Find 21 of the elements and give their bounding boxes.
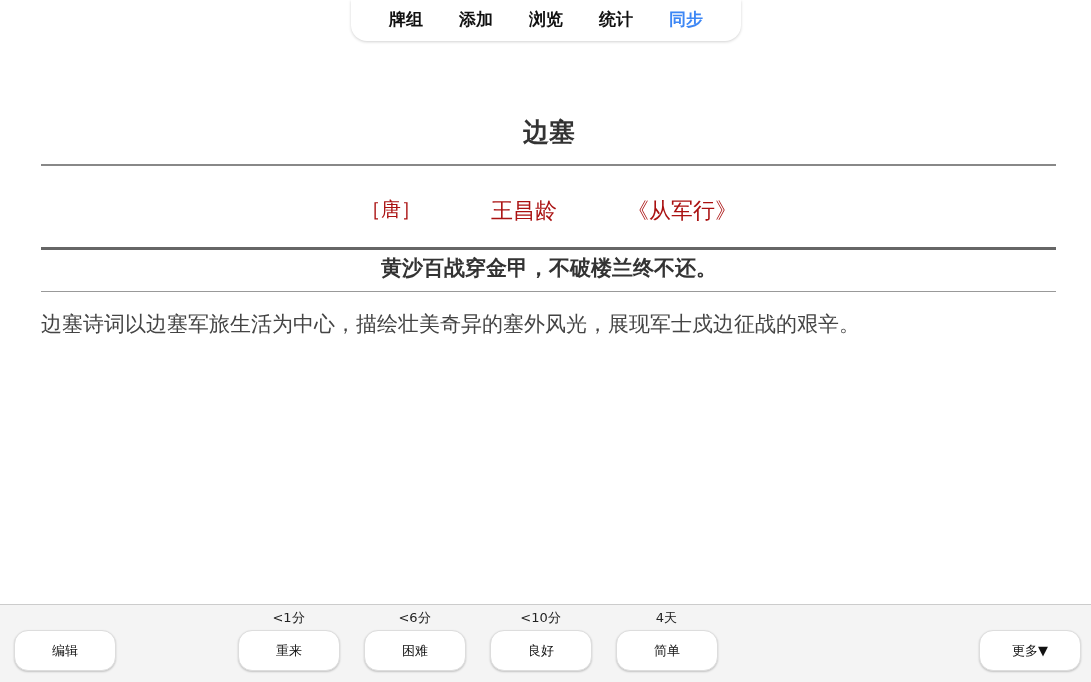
nav-tab[interactable]: 浏览 [510, 4, 581, 35]
more-button[interactable]: 更多▼ [979, 630, 1081, 671]
answer-button[interactable]: 重来 [237, 630, 340, 671]
answer-button[interactable]: 良好 [489, 630, 592, 671]
interval-label: <6分 [398, 609, 431, 627]
verse-text: 黄沙百战穿金甲，不破楼兰终不还。 [379, 255, 718, 282]
author-text: 王昌龄 [490, 197, 557, 225]
answer-button[interactable]: 困难 [363, 630, 466, 671]
answer-button[interactable]: 简单 [615, 630, 718, 671]
nav-tab[interactable]: 统计 [580, 4, 651, 35]
card-title: 边塞 [521, 116, 576, 149]
description-text: 边塞诗词以边塞军旅生活为中心，描绘壮美奇异的塞外风光，展现军士戍边征战的艰辛。 [41, 311, 861, 338]
nav-tab[interactable]: 添加 [440, 4, 511, 35]
interval-label: <1分 [272, 609, 305, 627]
edit-button[interactable]: 编辑 [14, 630, 116, 671]
interval-label: 4天 [655, 609, 678, 627]
nav-tab[interactable]: 同步 [650, 4, 721, 35]
interval-label: <10分 [520, 609, 561, 627]
poem-title: 《从军行》 [626, 197, 737, 225]
dynasty-text: ［唐］ [360, 196, 421, 223]
nav-tab[interactable]: 牌组 [370, 4, 441, 35]
